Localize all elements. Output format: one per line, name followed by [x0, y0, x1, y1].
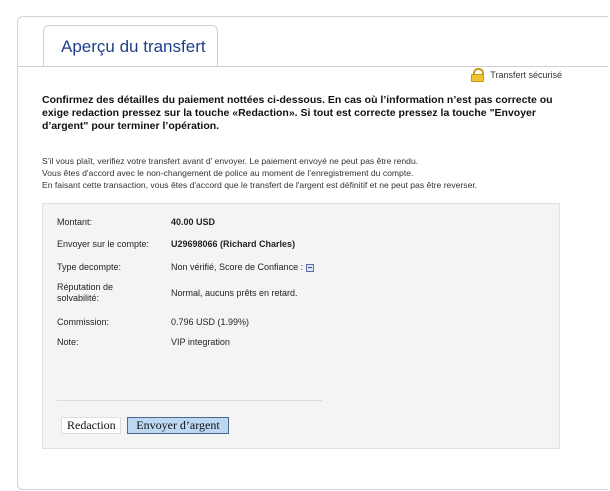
detail-value: Non vérifié, Score de Confiance :: [171, 262, 304, 272]
detail-label: Note:: [57, 337, 79, 347]
lock-icon: [471, 68, 485, 82]
title-divider: [18, 66, 608, 67]
notice-text: S’il vous plaît, verifiez votre transfer…: [42, 155, 582, 191]
detail-label: Montant:: [57, 217, 93, 227]
detail-label: Type decompte:: [57, 262, 122, 272]
secure-badge: Transfert sécurisé: [471, 68, 562, 82]
secure-label: Transfert sécurisé: [490, 70, 562, 80]
notice-line: S’il vous plaît, verifiez votre transfer…: [42, 156, 419, 166]
notice-line: En faisant cette transaction, vous êtes …: [42, 180, 478, 190]
detail-value: Normal, aucuns prêts en retard.: [171, 288, 298, 298]
confirm-instructions: Confirmez des détailles du paiement nott…: [42, 94, 553, 132]
trust-score-icon[interactable]: [306, 263, 315, 272]
detail-value-wrap: Non vérifié, Score de Confiance :: [171, 262, 315, 273]
redaction-button[interactable]: Redaction: [61, 417, 121, 434]
detail-label: Envoyer sur le compte:: [57, 239, 150, 249]
detail-value: U29698066 (Richard Charles): [171, 239, 296, 249]
detail-value: 0.796 USD (1.99%): [171, 317, 250, 327]
detail-value: 40.00 USD: [171, 217, 216, 227]
send-money-button[interactable]: Envoyer d’argent: [127, 417, 229, 434]
detail-label: Commission:: [57, 317, 110, 327]
detail-value: VIP integration: [171, 337, 230, 347]
detail-label: Réputation de solvabilité:: [57, 282, 114, 303]
page-title-tab: Aperçu du transfert: [43, 25, 218, 67]
notice-line: Vous êtes d'accord avec le non-changemen…: [42, 168, 414, 178]
details-panel: Montant: 40.00 USD Envoyer sur le compte…: [42, 203, 560, 449]
page-title: Aperçu du transfert: [61, 37, 206, 56]
buttons-divider: [57, 400, 322, 401]
